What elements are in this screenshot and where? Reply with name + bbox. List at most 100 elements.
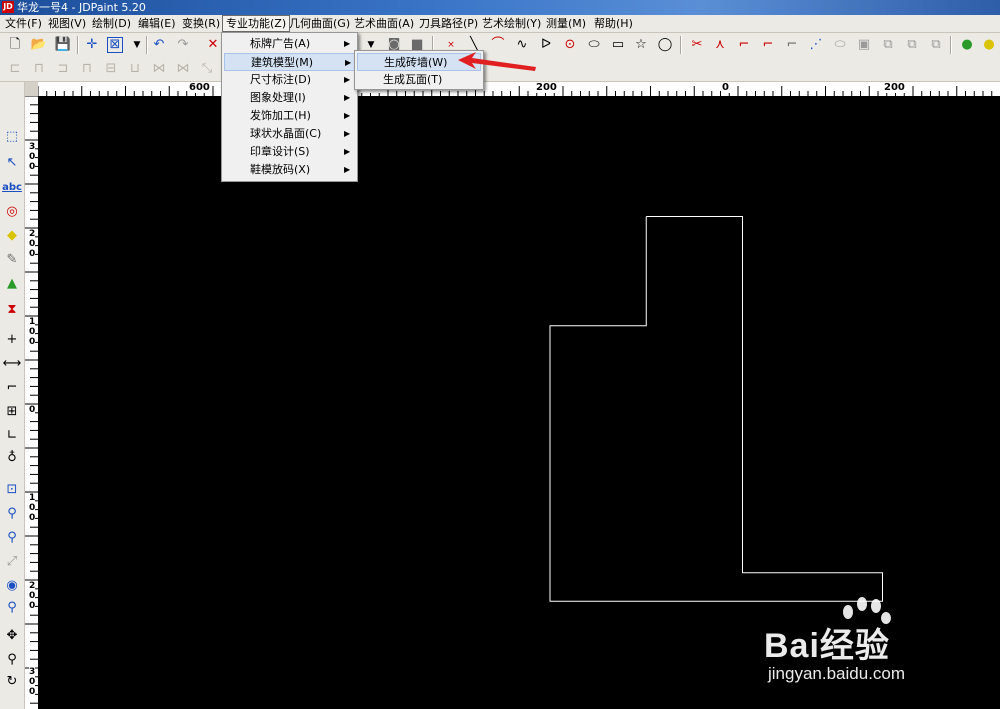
- menu-item-building-model[interactable]: 建筑模型(M) ▶: [224, 53, 355, 71]
- node-select-icon[interactable]: ⬚: [2, 127, 22, 147]
- menu-help[interactable]: 帮助(H): [591, 16, 636, 31]
- align-middle-icon[interactable]: ⊟: [102, 60, 120, 78]
- save-icon[interactable]: 💾: [54, 36, 72, 54]
- text-abc-icon[interactable]: abc: [2, 178, 22, 198]
- menu-item-dimension[interactable]: 尺寸标注(D) ▶: [224, 71, 355, 89]
- circle-center-icon[interactable]: ⊙: [561, 36, 579, 54]
- array-icon[interactable]: ▣: [855, 36, 873, 54]
- menu-view[interactable]: 视图(V): [45, 16, 89, 31]
- rectangle-icon[interactable]: ▭: [609, 36, 627, 54]
- measure-icon[interactable]: ⟷: [2, 354, 22, 374]
- menu-item-shoe-grading[interactable]: 鞋模放码(X) ▶: [224, 161, 355, 179]
- dropdown-arrow-icon[interactable]: ▼: [128, 36, 146, 54]
- align-bottom-icon[interactable]: ⊔: [126, 60, 144, 78]
- zoom-dynamic-icon[interactable]: ⚲: [2, 650, 22, 670]
- eye-icon[interactable]: ◉: [2, 576, 22, 596]
- hatch-icon[interactable]: ⬭: [831, 36, 849, 54]
- zoom-in-icon[interactable]: ⚲: [2, 528, 22, 548]
- mirror-icon[interactable]: ⧗: [2, 300, 22, 320]
- shape-icon[interactable]: ◎: [2, 202, 22, 222]
- annotation-arrow-icon: [458, 52, 536, 71]
- menu-file[interactable]: 文件(F): [2, 16, 45, 31]
- menu-item-crystal-facet[interactable]: 球状水晶面(C) ▶: [224, 125, 355, 143]
- menu-item-label: 球状水晶面(C): [250, 127, 322, 140]
- watermark-url: jingyan.baidu.com: [768, 664, 906, 683]
- menu-art-surface[interactable]: 艺术曲面(A): [351, 16, 417, 31]
- zoom-window-icon[interactable]: ⊡: [2, 480, 22, 500]
- menu-tool-path[interactable]: 刀具路径(P): [416, 16, 481, 31]
- grid-icon[interactable]: ⊞: [2, 402, 22, 422]
- menu-bar: 文件(F) 视图(V) 绘制(D) 编辑(E) 变换(R) 专业功能(Z) 几何…: [0, 15, 1000, 33]
- select-box-icon[interactable]: ⊠: [107, 37, 123, 53]
- zoom-extents-icon[interactable]: ⤢: [2, 552, 22, 572]
- undo-icon[interactable]: ↶: [150, 36, 168, 54]
- fillet-icon[interactable]: ⌐: [783, 36, 801, 54]
- menu-draw[interactable]: 绘制(D): [89, 16, 134, 31]
- redraw-icon[interactable]: ↻: [2, 672, 22, 692]
- bulb-green-icon[interactable]: ●: [958, 36, 976, 54]
- step-icon[interactable]: ⌐: [2, 378, 22, 398]
- delete-icon[interactable]: ✕: [204, 36, 222, 54]
- ungroup-icon[interactable]: ⧉: [927, 36, 945, 54]
- menu-measure[interactable]: 测量(M): [543, 16, 589, 31]
- pan-icon[interactable]: ✥: [2, 626, 22, 646]
- offset-icon[interactable]: ⋰: [807, 36, 825, 54]
- menu-professional[interactable]: 专业功能(Z): [222, 15, 291, 32]
- star-icon[interactable]: ☆: [632, 36, 650, 54]
- redo-icon[interactable]: ↷: [174, 36, 192, 54]
- group-icon[interactable]: ⧉: [879, 36, 897, 54]
- toolbar-separator: [680, 36, 682, 54]
- ruler-label: 0: [29, 405, 36, 415]
- eraser-icon[interactable]: ✎: [2, 250, 22, 270]
- horizontal-ruler: 600 400 200 0 200: [38, 82, 1000, 97]
- new-file-icon[interactable]: 🗋: [6, 36, 24, 54]
- circle-icon[interactable]: ◯: [656, 36, 674, 54]
- toolbar-separator: [146, 36, 148, 54]
- diamond-icon[interactable]: ◆: [2, 226, 22, 246]
- distribute-h-icon[interactable]: ⋈: [150, 60, 168, 78]
- rotate-view-icon[interactable]: ♁: [2, 448, 22, 468]
- title-bar: JD 华龙一号4 - JDPaint 5.20: [0, 0, 1000, 15]
- submenu-arrow-icon: ▶: [344, 39, 351, 48]
- bulb-yellow-icon[interactable]: ●: [980, 36, 998, 54]
- menu-edit[interactable]: 编辑(E): [135, 16, 179, 31]
- zoom-icon[interactable]: ⚲: [2, 504, 22, 524]
- align-right-icon[interactable]: ⊐: [54, 60, 72, 78]
- ellipse-icon[interactable]: ⬭: [585, 36, 603, 54]
- reshape-icon[interactable]: ⤡: [198, 60, 216, 78]
- l-shaped-outline[interactable]: [549, 216, 883, 602]
- polyline-icon[interactable]: ᐅ: [537, 36, 555, 54]
- menu-art-draw[interactable]: 艺术绘制(Y): [479, 16, 544, 31]
- fill-green-icon[interactable]: ▲: [2, 274, 22, 294]
- extend-icon[interactable]: ⋏: [711, 36, 729, 54]
- node-edit-icon[interactable]: ↖: [2, 153, 22, 173]
- align-center-icon[interactable]: ⊓: [30, 60, 48, 78]
- align-top-icon[interactable]: ⊓: [78, 60, 96, 78]
- ruler-label: 300: [29, 667, 36, 697]
- menu-item-image-processing[interactable]: 图象处理(I) ▶: [224, 89, 355, 107]
- ruler-label: 200: [535, 82, 558, 93]
- menu-transform[interactable]: 变换(R): [179, 16, 223, 31]
- align-left-icon[interactable]: ⊏: [6, 60, 24, 78]
- open-folder-icon[interactable]: 📂: [30, 36, 48, 54]
- menu-item-seal-design[interactable]: 印章设计(S) ▶: [224, 143, 355, 161]
- professional-menu-dropdown: 标牌广告(A) ▶ 建筑模型(M) ▶ 尺寸标注(D) ▶ 图象处理(I) ▶ …: [221, 32, 358, 182]
- corner-icon[interactable]: ⌐: [735, 36, 753, 54]
- menu-item-label: 印章设计(S): [250, 145, 310, 158]
- ruler-label: 200: [29, 229, 36, 259]
- ungroup-icon[interactable]: ⧉: [903, 36, 921, 54]
- menu-item-hair-ornament[interactable]: 发饰加工(H) ▶: [224, 107, 355, 125]
- plus-icon[interactable]: +: [2, 330, 22, 350]
- trim-icon[interactable]: ✂: [688, 36, 706, 54]
- zoom-all-icon[interactable]: ⚲: [2, 598, 22, 618]
- ruler-label: 200: [883, 82, 906, 93]
- angle-icon[interactable]: ∟: [2, 426, 22, 446]
- distribute-v-icon[interactable]: ⋈: [174, 60, 192, 78]
- menu-item-signage[interactable]: 标牌广告(A) ▶: [224, 35, 355, 53]
- menu-item-label: 鞋模放码(X): [250, 163, 311, 176]
- menu-geometry-surface[interactable]: 几何曲面(G): [286, 16, 353, 31]
- crosshair-icon[interactable]: ✛: [83, 36, 101, 54]
- chamfer-icon[interactable]: ⌐: [759, 36, 777, 54]
- ruler-label: 100: [29, 317, 36, 347]
- drawing-canvas[interactable]: Bai经验 jingyan.baidu.com: [39, 97, 1000, 709]
